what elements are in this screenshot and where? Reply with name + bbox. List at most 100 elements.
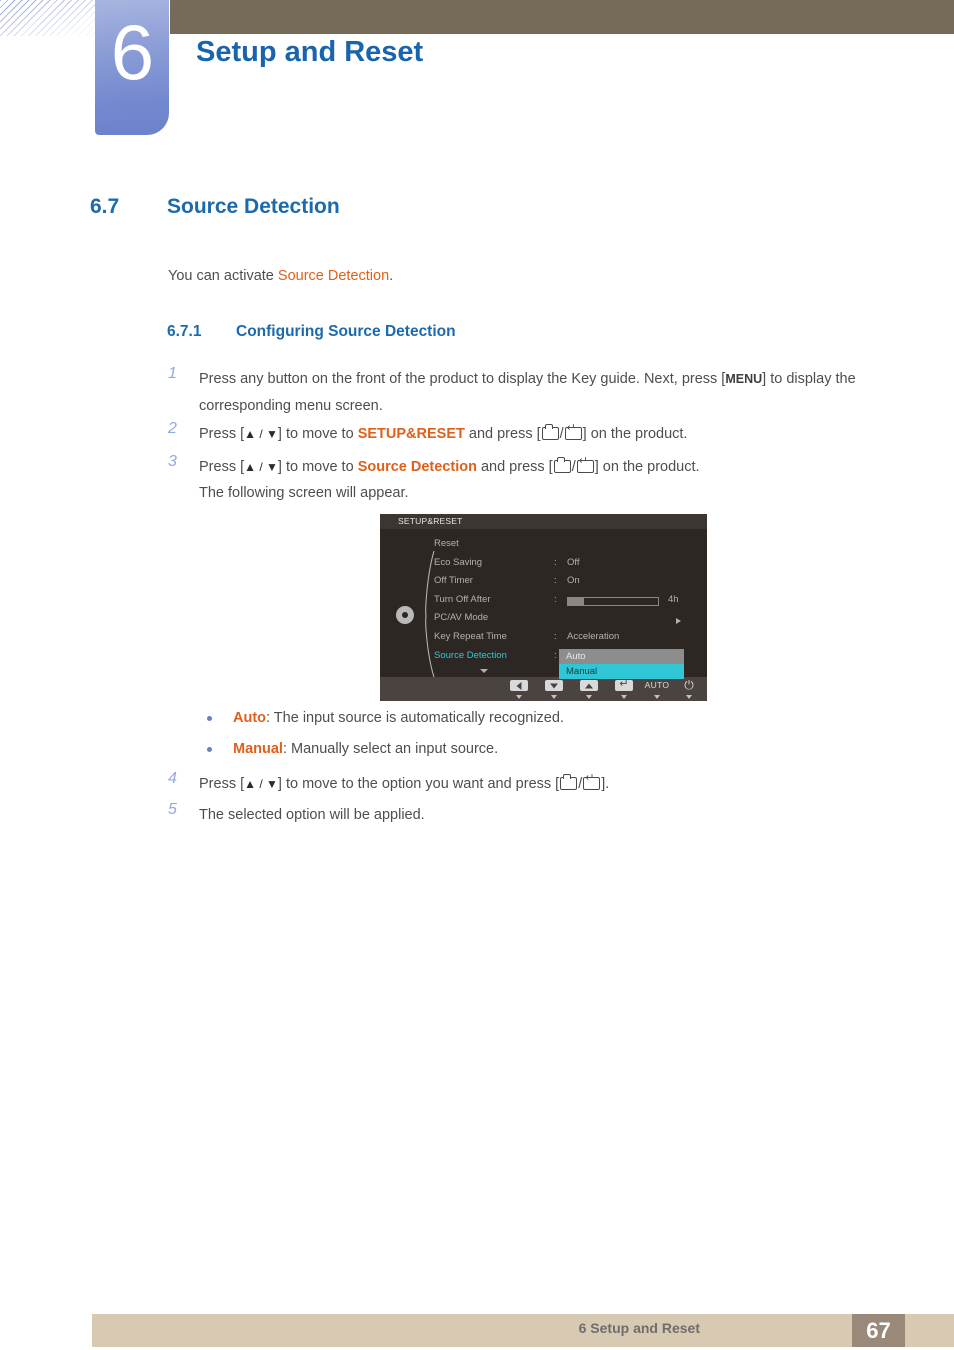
back-button-icon — [560, 774, 578, 790]
bullet-item-auto: Auto: The input source is automatically … — [233, 710, 564, 726]
bullet-icon — [207, 716, 212, 721]
caret-down-icon — [654, 695, 660, 699]
section-number: 6.7 — [90, 195, 120, 218]
down-arrow-button[interactable] — [541, 680, 567, 699]
back-button-icon — [541, 424, 559, 440]
step2-part4: ] on the product. — [582, 426, 688, 442]
step2-part1: Press [ — [199, 426, 245, 442]
up-arrow-button[interactable] — [576, 680, 602, 699]
up-arrow-icon — [585, 683, 593, 688]
step4-part1: Press [ — [199, 776, 245, 792]
osd-colon: : — [554, 630, 557, 642]
caret-down-icon — [621, 695, 627, 699]
osd-row-key-repeat-time[interactable]: Key Repeat Time : Acceleration — [380, 631, 707, 650]
subsection-title: Configuring Source Detection — [236, 323, 456, 340]
step4-part4: ]. — [601, 776, 610, 792]
enter-button-icon — [576, 456, 594, 473]
dropdown-option-manual[interactable]: Manual — [559, 664, 684, 679]
left-arrow-button[interactable] — [506, 680, 532, 699]
back-button-icon — [553, 457, 571, 473]
step3-part3: and press [ — [476, 459, 553, 475]
step-number-2: 2 — [168, 420, 177, 437]
osd-row-eco-saving[interactable]: Eco Saving : Off — [380, 557, 707, 576]
osd-value: Off — [567, 556, 580, 568]
bullet-desc: : Manually select an input source. — [282, 741, 499, 757]
chapter-number-box: 6 — [95, 0, 169, 135]
osd-label: Key Repeat Time — [434, 630, 507, 642]
osd-row-turn-off-after[interactable]: Turn Off After : 4h — [380, 594, 707, 613]
osd-colon: : — [554, 556, 557, 568]
step3-target: Source Detection — [357, 459, 477, 475]
osd-row-reset[interactable]: Reset — [380, 538, 707, 557]
menu-keycap: MENU — [725, 372, 763, 386]
page-header: 6 Setup and Reset — [0, 0, 954, 140]
power-icon: ⏻ — [684, 678, 694, 692]
enter-icon: ↵ — [619, 678, 629, 690]
section-intro: You can activate Source Detection. — [168, 263, 393, 290]
osd-label: Source Detection — [434, 649, 507, 661]
osd-title: SETUP&RESET — [398, 516, 463, 526]
step2-part3: and press [ — [464, 426, 541, 442]
step-text-5: The selected option will be applied. — [199, 807, 425, 823]
down-arrow-icon — [550, 683, 558, 688]
step-number-3: 3 — [168, 453, 177, 470]
osd-key-guide-bar: ↵ AUTO ⏻ — [380, 677, 707, 701]
auto-button[interactable]: AUTO — [644, 680, 670, 699]
caret-down-icon — [516, 695, 522, 699]
scroll-down-icon[interactable] — [480, 669, 488, 673]
power-button[interactable]: ⏻ — [676, 678, 702, 699]
step-text-3: Press [▲ / ▼] to move to Source Detectio… — [199, 454, 899, 481]
subsection-number: 6.7.1 — [167, 323, 202, 340]
source-detection-dropdown[interactable]: Auto Manual — [559, 649, 684, 679]
header-brown-bar — [170, 0, 954, 34]
updown-arrows-icon: ▲ / ▼ — [244, 460, 278, 474]
slider-value-label: 4h — [668, 593, 679, 605]
auto-button-label: AUTO — [644, 680, 670, 690]
osd-colon: : — [554, 593, 557, 605]
step-text-2: Press [▲ / ▼] to move to SETUP&RESET and… — [199, 421, 899, 448]
step3-part2: ] to move to — [277, 459, 358, 475]
step-number-5: 5 — [168, 801, 177, 818]
osd-colon: : — [554, 575, 557, 587]
step4-part2: ] to move to the option you want and pre… — [277, 776, 560, 792]
step-3-note: The following screen will appear. — [199, 485, 409, 501]
slider-fill — [568, 597, 585, 605]
section-title: Source Detection — [167, 195, 340, 218]
dropdown-option-auto[interactable]: Auto — [559, 649, 684, 664]
caret-down-icon — [586, 695, 592, 699]
osd-label: PC/AV Mode — [434, 612, 489, 624]
intro-suffix: . — [389, 268, 394, 284]
osd-value: On — [567, 575, 580, 587]
turn-off-after-slider[interactable] — [567, 596, 659, 606]
step2-part2: ] to move to — [277, 426, 358, 442]
osd-label: Turn Off After — [434, 593, 491, 605]
enter-button[interactable]: ↵ — [611, 678, 637, 699]
page-number: 67 — [866, 1318, 891, 1343]
step-text-4: Press [▲ / ▼] to move to the option you … — [199, 771, 899, 798]
step3-part1: Press [ — [199, 459, 245, 475]
intro-highlight: Source Detection — [277, 268, 390, 284]
enter-button-icon — [583, 773, 601, 790]
chapter-number: 6 — [110, 8, 154, 96]
chevron-right-icon — [676, 618, 681, 625]
step-text-1: Press any button on the front of the pro… — [199, 366, 899, 420]
bullet-icon — [207, 747, 212, 752]
caret-down-icon — [686, 695, 692, 699]
osd-row-off-timer[interactable]: Off Timer : On — [380, 575, 707, 594]
intro-prefix: You can activate — [168, 268, 278, 284]
bullet-term: Auto — [233, 710, 267, 726]
osd-colon: : — [554, 649, 557, 661]
step3-part4: ] on the product. — [594, 459, 700, 475]
updown-arrows-icon: ▲ / ▼ — [244, 777, 278, 791]
chapter-title: Setup and Reset — [196, 36, 424, 68]
step-number-4: 4 — [168, 770, 177, 787]
caret-down-icon — [551, 695, 557, 699]
enter-button-icon — [564, 423, 582, 440]
step1-part1: Press any button on the front of the pro… — [199, 371, 726, 387]
updown-arrows-icon: ▲ / ▼ — [244, 427, 278, 441]
bullet-term: Manual — [233, 741, 283, 757]
osd-value: Acceleration — [567, 630, 620, 642]
bullet-item-manual: Manual: Manually select an input source. — [233, 741, 498, 757]
osd-row-pc-av-mode[interactable]: PC/AV Mode — [380, 612, 707, 631]
footer-bar — [92, 1314, 954, 1347]
